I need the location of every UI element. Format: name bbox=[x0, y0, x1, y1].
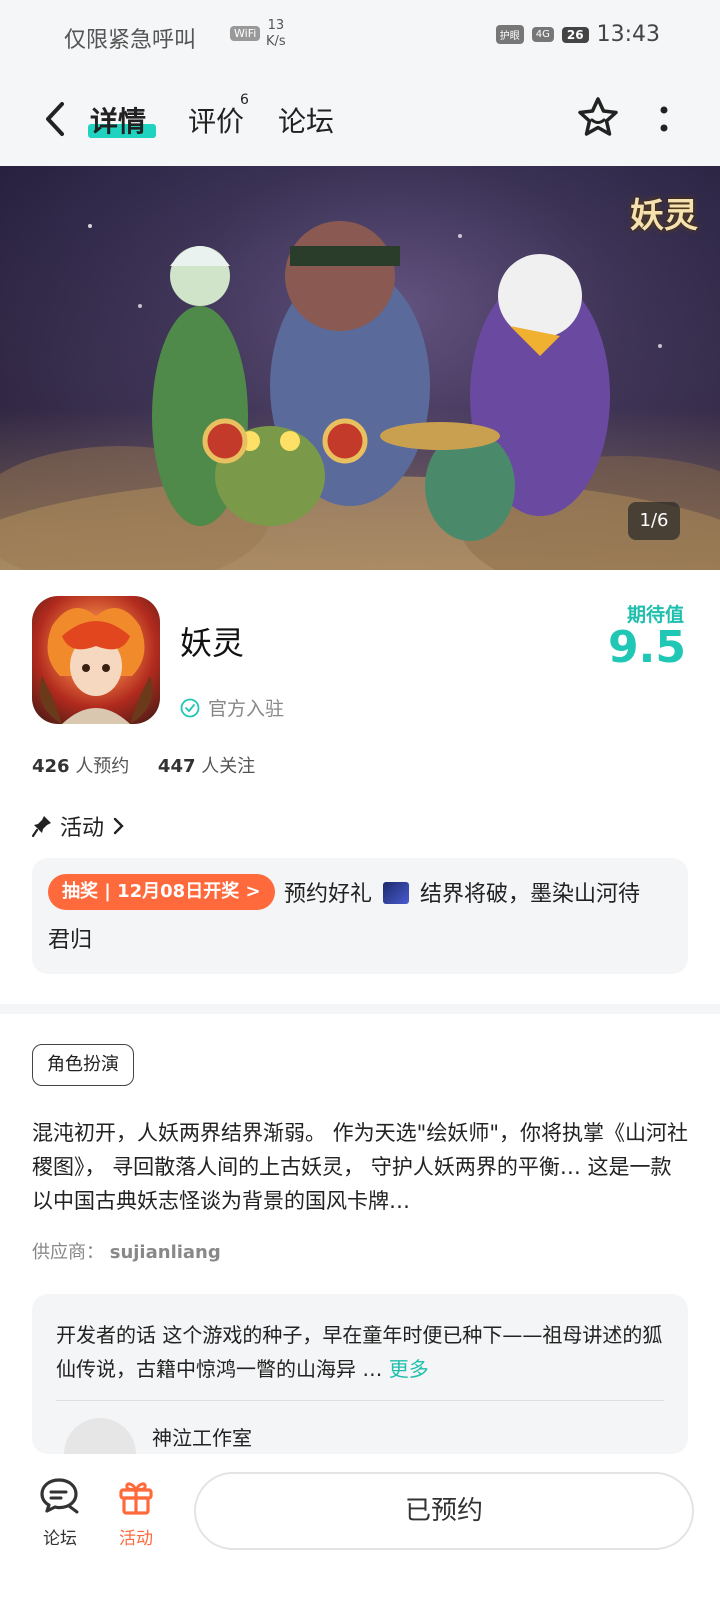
speed-unit: K/s bbox=[266, 34, 286, 49]
forum-nav-label: 论坛 bbox=[43, 1529, 77, 1549]
reserved-button[interactable]: 已预约 bbox=[194, 1472, 694, 1550]
tab-forum[interactable]: 论坛 bbox=[278, 100, 334, 140]
activity-text-line1: 预约好礼 结界将破，墨染山河待 bbox=[284, 876, 640, 908]
carrier-label: 仅限紧急呼叫 bbox=[64, 28, 197, 53]
supplier-info: 供应商： sujianliang bbox=[32, 1238, 221, 1264]
night-sky-emoji-icon bbox=[383, 882, 410, 904]
back-arrow-icon[interactable] bbox=[36, 96, 76, 142]
reservation-count: 426 bbox=[32, 756, 70, 777]
tab-reviews[interactable]: 评价 bbox=[188, 100, 244, 140]
follower-label: 人关注 bbox=[201, 756, 256, 777]
game-logo: 妖灵 bbox=[630, 196, 698, 236]
eye-care-icon: 护眼 bbox=[495, 25, 524, 44]
official-badge: 官方入驻 bbox=[180, 694, 284, 721]
top-nav: 详情 评价 6 论坛 bbox=[0, 72, 720, 166]
carrier-text: 仅限紧急呼叫 bbox=[64, 22, 196, 54]
activity-header-label: 活动 bbox=[60, 816, 105, 841]
favorite-star-icon[interactable] bbox=[574, 94, 622, 142]
activity-text-desc: 结界将破，墨染山河待 bbox=[420, 882, 641, 907]
game-description[interactable]: 混沌初开，人妖两界结界渐弱。 作为天选"绘妖师"，你将执掌《山河社稷图》， 寻回… bbox=[32, 1116, 692, 1218]
more-link[interactable]: 更多 bbox=[389, 1357, 429, 1381]
game-app-icon bbox=[32, 596, 160, 724]
verified-check-icon bbox=[180, 698, 200, 717]
wifi-icon: WiFi bbox=[230, 26, 261, 41]
clock: 13:43 bbox=[596, 22, 660, 47]
more-options-icon[interactable] bbox=[652, 102, 676, 138]
follower-count: 447 bbox=[157, 756, 196, 777]
banner-carousel[interactable]: 妖灵 1/6 bbox=[0, 166, 720, 570]
status-bar: 仅限紧急呼叫 WiFi 13 K/s 护眼 4G 26 13:43 bbox=[0, 0, 720, 72]
developer-note-text: 开发者的话 这个游戏的种子，早在童年时便已种下——祖母讲述的狐仙传说，古籍中惊鸿… bbox=[56, 1323, 663, 1381]
lottery-badge[interactable]: 抽奖 | 12月08日开奖 > bbox=[48, 874, 275, 910]
developer-note-card[interactable]: 开发者的话 这个游戏的种子，早在童年时便已种下——祖母讲述的狐仙传说，古籍中惊鸿… bbox=[32, 1294, 688, 1454]
activity-card[interactable]: 抽奖 | 12月08日开奖 > 预约好礼 结界将破，墨染山河待 君归 bbox=[32, 858, 688, 974]
game-stats: 426 人预约 447 人关注 bbox=[32, 752, 255, 778]
activity-text-line2: 君归 bbox=[48, 928, 93, 953]
supplier-name: sujianliang bbox=[109, 1242, 221, 1263]
signal-icon: 4G bbox=[531, 27, 554, 42]
developer-divider bbox=[56, 1400, 664, 1401]
network-speed: 13 K/s bbox=[266, 18, 286, 50]
banner-artwork bbox=[0, 221, 720, 570]
forum-chat-icon bbox=[40, 1478, 79, 1514]
expectation-score: 9.5 bbox=[608, 622, 686, 673]
reservation-label: 人预约 bbox=[75, 756, 130, 777]
carousel-page-indicator: 1/6 bbox=[628, 502, 680, 540]
activity-nav-button[interactable]: 活动 bbox=[106, 1476, 166, 1549]
gift-icon bbox=[119, 1482, 153, 1515]
battery-icon: 26 bbox=[561, 26, 589, 43]
genre-tag[interactable]: 角色扮演 bbox=[32, 1044, 134, 1086]
tab-details[interactable]: 详情 bbox=[90, 100, 146, 140]
studio-name[interactable]: 神泣工作室 bbox=[152, 1422, 252, 1451]
studio-avatar[interactable] bbox=[64, 1418, 136, 1454]
game-title: 妖灵 bbox=[180, 624, 245, 662]
section-divider bbox=[0, 1004, 720, 1014]
official-label: 官方入驻 bbox=[208, 698, 285, 720]
bottom-action-bar: 论坛 活动 已预约 bbox=[0, 1454, 720, 1600]
activity-text-gift: 预约好礼 bbox=[284, 882, 373, 907]
forum-nav-button[interactable]: 论坛 bbox=[30, 1476, 90, 1549]
speed-value: 13 bbox=[267, 18, 285, 33]
activity-nav-label: 活动 bbox=[119, 1529, 153, 1549]
review-count-badge: 6 bbox=[240, 92, 249, 108]
supplier-label: 供应商： bbox=[32, 1242, 104, 1263]
developer-note: 开发者的话 这个游戏的种子，早在童年时便已种下——祖母讲述的狐仙传说，古籍中惊鸿… bbox=[56, 1318, 666, 1386]
chevron-right-icon bbox=[113, 817, 124, 835]
status-right: 护眼 4G 26 13:43 bbox=[495, 22, 660, 47]
activity-header[interactable]: 活动 bbox=[32, 810, 126, 842]
pin-icon bbox=[32, 816, 51, 837]
